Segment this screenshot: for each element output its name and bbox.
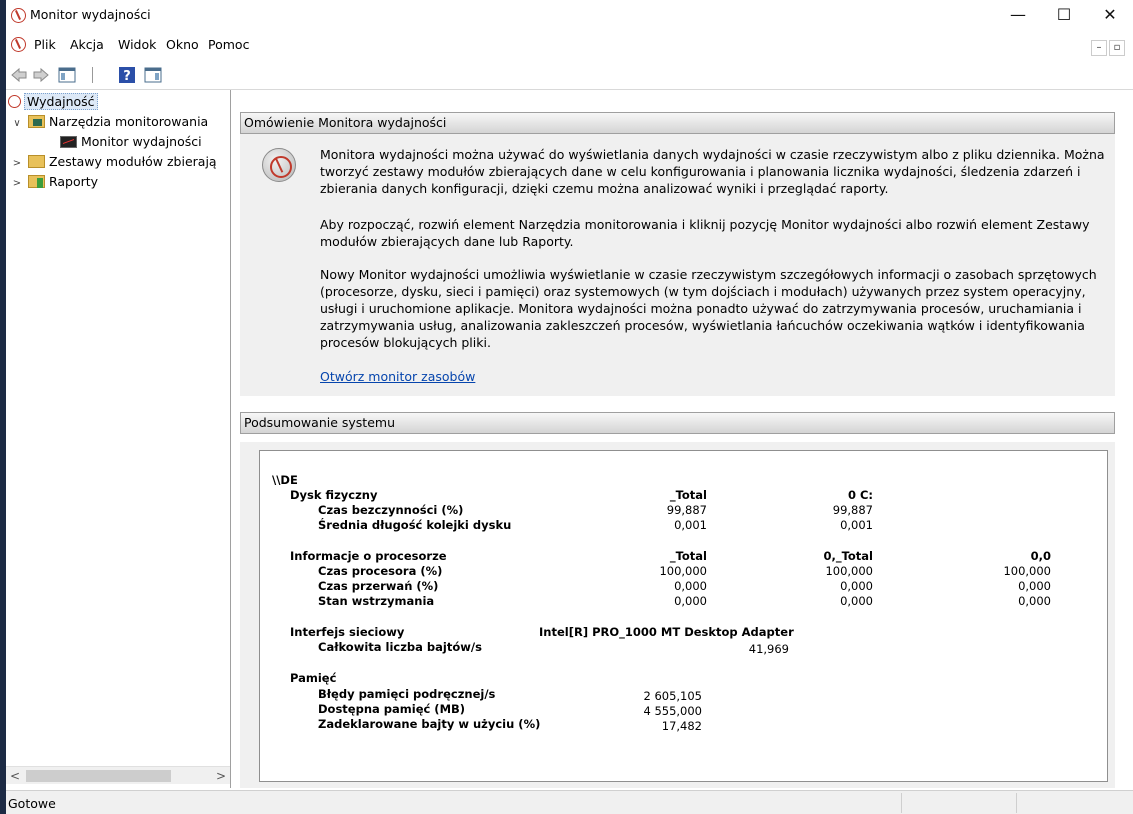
cpu-col-0-total: 0,_Total bbox=[823, 549, 873, 563]
chevron-right-icon[interactable]: > bbox=[10, 154, 24, 174]
memory-row-label: Błędy pamięci podręcznej/s bbox=[318, 687, 496, 701]
scroll-right-icon[interactable]: > bbox=[212, 767, 230, 785]
menu-plik[interactable]: Plik bbox=[34, 37, 56, 52]
cpu-col-total: _Total bbox=[669, 549, 707, 563]
status-separator bbox=[901, 793, 902, 813]
reports-folder-icon bbox=[27, 175, 45, 188]
system-summary-body: \\DE Dysk fizyczny _Total 0 C: Czas bezc… bbox=[240, 442, 1115, 788]
close-button[interactable]: ✕ bbox=[1087, 0, 1133, 32]
cpu-row-value: 100,000 bbox=[825, 564, 873, 578]
toolbar: ? bbox=[6, 62, 1133, 88]
disk-row-value: 0,001 bbox=[840, 518, 873, 532]
network-row-label: Całkowita liczba bajtów/s bbox=[318, 640, 482, 654]
overview-body: Monitora wydajności można używać do wyśw… bbox=[240, 134, 1115, 396]
show-hide-console-tree-icon[interactable] bbox=[58, 67, 76, 83]
network-section-title: Interfejs sieciowy bbox=[290, 625, 405, 639]
mmc-window: Monitor wydajności — ☐ ✕ Plik Akcja Wido… bbox=[6, 0, 1133, 814]
cpu-row-value: 0,000 bbox=[1018, 579, 1051, 593]
cpu-row-label: Czas procesora (%) bbox=[318, 564, 443, 578]
tree-item-wydajnosc[interactable]: Wydajność bbox=[8, 92, 98, 112]
cpu-row-value: 0,000 bbox=[840, 594, 873, 608]
memory-row-label: Zadeklarowane bajty w użyciu (%) bbox=[318, 717, 541, 731]
document-system-menu-icon[interactable] bbox=[11, 37, 26, 52]
status-text: Gotowe bbox=[8, 796, 56, 811]
cpu-col-0-0: 0,0 bbox=[1030, 549, 1051, 563]
tree-horizontal-scrollbar[interactable]: < > bbox=[6, 766, 230, 785]
tree-item-label: Raporty bbox=[48, 174, 99, 189]
tree-item-label: Narzędzia monitorowania bbox=[48, 114, 209, 129]
memory-row-value: 2 605,105 bbox=[643, 689, 702, 703]
scroll-thumb[interactable] bbox=[26, 770, 171, 782]
menu-widok[interactable]: Widok bbox=[118, 37, 156, 52]
performance-monitor-large-icon bbox=[262, 148, 296, 182]
tree-item-raporty[interactable]: > Raporty bbox=[10, 172, 98, 192]
performance-icon bbox=[8, 95, 21, 108]
chevron-down-icon[interactable]: ∨ bbox=[10, 114, 24, 134]
tree-item-monitor-wydajnosci[interactable]: Monitor wydajności bbox=[60, 132, 202, 152]
tree-item-zestawy-modulow[interactable]: > Zestawy modułów zbierają bbox=[10, 152, 217, 172]
minimize-button[interactable]: — bbox=[995, 0, 1041, 32]
cpu-row-label: Stan wstrzymania bbox=[318, 594, 435, 608]
cpu-row-label: Czas przerwań (%) bbox=[318, 579, 439, 593]
system-summary-header[interactable]: Podsumowanie systemu bbox=[240, 412, 1115, 434]
title-bar[interactable]: Monitor wydajności — ☐ ✕ bbox=[6, 0, 1133, 32]
open-resource-monitor-link[interactable]: Otwórz monitor zasobów bbox=[320, 369, 475, 384]
cpu-row-value: 0,000 bbox=[674, 579, 707, 593]
network-row-value: 41,969 bbox=[748, 642, 789, 656]
cpu-row-value: 100,000 bbox=[659, 564, 707, 578]
machine-name: \\DE bbox=[272, 473, 298, 487]
disk-section-title: Dysk fizyczny bbox=[290, 488, 378, 502]
cpu-row-value: 100,000 bbox=[1003, 564, 1051, 578]
tree-item-narzedzia-monitorowania[interactable]: ∨ Narzędzia monitorowania bbox=[10, 112, 208, 132]
cpu-row-value: 0,000 bbox=[840, 579, 873, 593]
cpu-section-title: Informacje o procesorze bbox=[290, 549, 447, 563]
menu-pomoc[interactable]: Pomoc bbox=[208, 37, 249, 52]
menu-bar: Plik Akcja Widok Okno Pomoc bbox=[6, 34, 1133, 56]
menu-akcja[interactable]: Akcja bbox=[70, 37, 104, 52]
content-pane: Omówienie Monitora wydajności Monitora w… bbox=[234, 96, 1133, 788]
tree-item-label: Zestawy modułów zbierają bbox=[48, 154, 217, 169]
performance-monitor-chart-icon bbox=[60, 136, 77, 148]
disk-col-total: _Total bbox=[669, 488, 707, 502]
memory-row-value: 4 555,000 bbox=[643, 704, 702, 718]
disk-row-label: Czas bezczynności (%) bbox=[318, 503, 464, 517]
forward-arrow-icon[interactable] bbox=[32, 67, 50, 83]
overview-paragraph-1: Monitora wydajności można używać do wyśw… bbox=[320, 147, 1105, 196]
mdi-minimize-button[interactable]: – bbox=[1091, 40, 1107, 56]
status-bar: Gotowe bbox=[6, 790, 1133, 814]
status-separator bbox=[1016, 793, 1017, 813]
window-title: Monitor wydajności bbox=[30, 7, 151, 22]
memory-row-label: Dostępna pamięć (MB) bbox=[318, 702, 466, 716]
chevron-right-icon[interactable]: > bbox=[10, 174, 24, 194]
disk-row-label: Średnia długość kolejki dysku bbox=[318, 518, 512, 532]
disk-row-value: 0,001 bbox=[674, 518, 707, 532]
disk-row-value: 99,887 bbox=[666, 503, 707, 517]
tree-item-label: Wydajność bbox=[24, 93, 98, 110]
performance-monitor-icon bbox=[11, 8, 26, 23]
maximize-button[interactable]: ☐ bbox=[1041, 0, 1087, 32]
network-adapter-name: Intel[R] PRO_1000 MT Desktop Adapter bbox=[539, 625, 794, 639]
cpu-row-value: 0,000 bbox=[1018, 594, 1051, 608]
console-tree: Wydajność ∨ Narzędzia monitorowania Moni… bbox=[6, 90, 231, 788]
scroll-left-icon[interactable]: < bbox=[6, 767, 24, 785]
show-hide-action-pane-icon[interactable] bbox=[144, 67, 162, 83]
memory-row-value: 17,482 bbox=[661, 719, 702, 733]
overview-paragraph-3: Nowy Monitor wydajności umożliwia wyświe… bbox=[320, 267, 1097, 350]
overview-header[interactable]: Omówienie Monitora wydajności bbox=[240, 112, 1115, 134]
back-arrow-icon[interactable] bbox=[10, 67, 28, 83]
overview-paragraph-2: Aby rozpocząć, rozwiń element Narzędzia … bbox=[320, 217, 1090, 249]
data-collector-sets-folder-icon bbox=[27, 155, 45, 168]
help-icon[interactable]: ? bbox=[118, 67, 136, 83]
disk-row-value: 99,887 bbox=[832, 503, 873, 517]
memory-section-title: Pamięć bbox=[290, 671, 337, 685]
menu-okno[interactable]: Okno bbox=[166, 37, 199, 52]
monitoring-tools-folder-icon bbox=[27, 115, 45, 128]
mdi-restore-button[interactable]: ▫ bbox=[1109, 40, 1125, 56]
disk-col-0c: 0 C: bbox=[847, 488, 873, 502]
svg-text:?: ? bbox=[123, 69, 131, 83]
system-summary-table: \\DE Dysk fizyczny _Total 0 C: Czas bezc… bbox=[259, 450, 1108, 782]
toolbar-separator bbox=[92, 67, 93, 83]
cpu-row-value: 0,000 bbox=[674, 594, 707, 608]
tree-item-label: Monitor wydajności bbox=[81, 134, 202, 149]
